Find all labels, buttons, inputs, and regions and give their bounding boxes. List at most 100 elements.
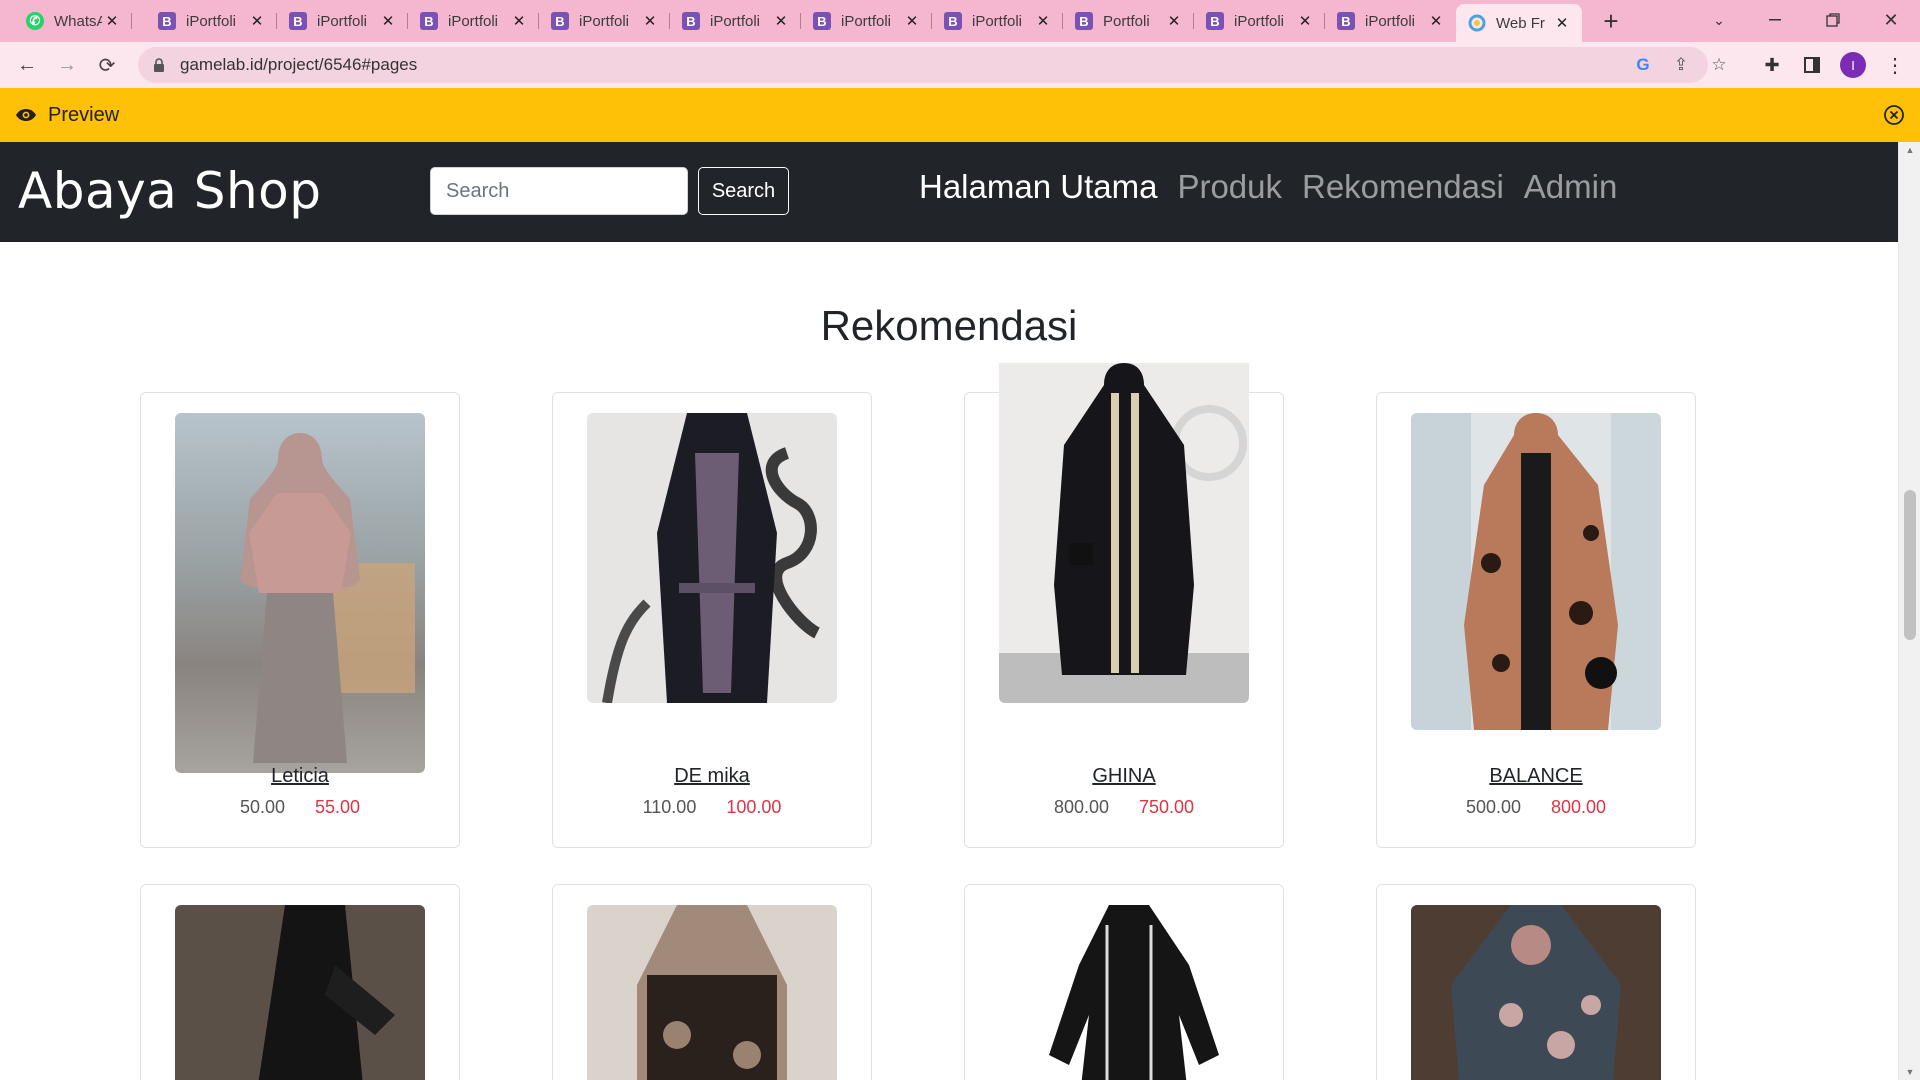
- product-image[interactable]: [175, 413, 425, 773]
- bootstrap-icon: B: [813, 12, 831, 30]
- side-panel-icon[interactable]: [1797, 50, 1827, 80]
- product-card[interactable]: [552, 884, 872, 1080]
- browser-tab[interactable]: B iPortfoli ✕: [670, 6, 801, 36]
- new-tab-icon[interactable]: +: [1596, 6, 1626, 36]
- product-prices: 500.00 800.00: [1377, 797, 1695, 818]
- product-prices: 50.00 55.00: [141, 797, 459, 818]
- browser-tab[interactable]: B iPortfoli ✕: [408, 6, 539, 36]
- product-card[interactable]: BALANCE 500.00 800.00: [1376, 392, 1696, 848]
- product-image[interactable]: [1411, 413, 1661, 730]
- tab-title: iPortfoli: [579, 12, 630, 30]
- close-tab-icon[interactable]: ✕: [378, 12, 398, 30]
- discount-price: 100.00: [726, 797, 782, 817]
- browser-tab[interactable]: B iPortfoli ✕: [932, 6, 1063, 36]
- google-translate-icon[interactable]: G: [1628, 50, 1658, 80]
- product-card[interactable]: [140, 884, 460, 1080]
- more-menu-icon[interactable]: ⋮: [1880, 50, 1910, 80]
- nav-link-admin[interactable]: Admin: [1524, 168, 1618, 206]
- scrollbar-thumb[interactable]: [1904, 490, 1916, 640]
- product-name-link[interactable]: Leticia: [141, 765, 459, 788]
- product-image[interactable]: [175, 905, 425, 1080]
- bookmark-star-icon[interactable]: ☆: [1704, 50, 1734, 80]
- browser-tab[interactable]: ✆ WhatsA ✕: [14, 6, 132, 36]
- page-viewport: Abaya Shop Search Halaman Utama Produk R…: [0, 142, 1920, 1080]
- search-button[interactable]: Search: [698, 167, 789, 215]
- gamelab-icon: [1468, 14, 1486, 32]
- search-input[interactable]: [430, 167, 688, 215]
- close-tab-icon[interactable]: ✕: [1164, 12, 1184, 30]
- bootstrap-icon: B: [1075, 12, 1093, 30]
- extensions-icon[interactable]: ✚: [1757, 50, 1787, 80]
- close-tab-icon[interactable]: ✕: [509, 12, 529, 30]
- product-name-link[interactable]: DE mika: [553, 765, 871, 788]
- close-window-icon[interactable]: ✕: [1868, 0, 1914, 40]
- back-icon[interactable]: ←: [12, 50, 42, 80]
- whatsapp-icon: ✆: [26, 12, 44, 30]
- browser-toolbar: ← → ⟳ gamelab.id/project/6546#pages G ⇪ …: [0, 42, 1920, 88]
- close-tab-icon[interactable]: ✕: [1552, 14, 1572, 32]
- browser-tab[interactable]: B iPortfoli ✕: [146, 6, 277, 36]
- address-bar[interactable]: gamelab.id/project/6546#pages G ⇪ ☆: [138, 47, 1727, 83]
- product-name-link[interactable]: GHINA: [965, 765, 1283, 788]
- close-tab-icon[interactable]: ✕: [771, 12, 791, 30]
- original-price: 50.00: [239, 797, 285, 817]
- eye-icon: [14, 103, 38, 127]
- close-tab-icon[interactable]: ✕: [640, 12, 660, 30]
- product-card[interactable]: [964, 884, 1284, 1080]
- nav-link-halaman-utama[interactable]: Halaman Utama: [919, 168, 1157, 206]
- tab-title: iPortfoli: [448, 12, 499, 30]
- product-card[interactable]: [1376, 884, 1696, 1080]
- bootstrap-icon: B: [289, 12, 307, 30]
- url-text[interactable]: gamelab.id/project/6546#pages: [180, 55, 417, 75]
- original-price: 110.00: [642, 797, 697, 817]
- share-icon[interactable]: ⇪: [1666, 50, 1696, 80]
- product-image[interactable]: [999, 363, 1249, 703]
- browser-tab[interactable]: B iPortfoli ✕: [801, 6, 932, 36]
- tab-title: Portfoli: [1103, 12, 1150, 30]
- discount-price: 750.00: [1139, 797, 1195, 817]
- close-tab-icon[interactable]: ✕: [902, 12, 922, 30]
- section-title: Rekomendasi: [820, 302, 1078, 349]
- product-card[interactable]: DE mika 110.00 100.00: [552, 392, 872, 848]
- close-tab-icon[interactable]: ✕: [102, 12, 122, 30]
- close-tab-icon[interactable]: ✕: [247, 12, 267, 30]
- product-image[interactable]: [587, 413, 837, 703]
- original-price: 800.00: [1053, 797, 1109, 817]
- bootstrap-icon: B: [1337, 12, 1355, 30]
- preview-label: Preview: [48, 103, 120, 126]
- product-card[interactable]: GHINA 800.00 750.00: [964, 363, 1284, 848]
- browser-tab[interactable]: B Portfoli ✕: [1063, 6, 1194, 36]
- profile-avatar[interactable]: I: [1840, 52, 1866, 78]
- nav-link-produk[interactable]: Produk: [1177, 168, 1282, 206]
- nav-link-rekomendasi[interactable]: Rekomendasi: [1302, 168, 1504, 206]
- product-card[interactable]: Leticia 50.00 55.00: [140, 392, 460, 848]
- site-brand[interactable]: Abaya Shop: [18, 162, 321, 220]
- scroll-up-icon[interactable]: ▲: [1899, 142, 1920, 158]
- browser-tab[interactable]: B iPortfoli ✕: [1325, 6, 1456, 36]
- page-scrollbar[interactable]: ▲ ▼: [1898, 142, 1920, 1080]
- scroll-down-icon[interactable]: ▼: [1899, 1064, 1920, 1080]
- reload-icon[interactable]: ⟳: [92, 50, 122, 80]
- product-image[interactable]: [999, 905, 1249, 1080]
- original-price: 500.00: [1465, 797, 1521, 817]
- discount-price: 55.00: [315, 797, 361, 817]
- browser-tab-active[interactable]: Web Fr ✕: [1456, 4, 1582, 42]
- nav-menu: Halaman Utama Produk Rekomendasi Admin: [919, 168, 1617, 206]
- product-name-link[interactable]: BALANCE: [1377, 765, 1695, 788]
- product-image[interactable]: [1411, 905, 1661, 1080]
- browser-tab[interactable]: B iPortfoli ✕: [1194, 6, 1325, 36]
- restore-icon[interactable]: [1810, 0, 1856, 40]
- tab-search-icon[interactable]: ⌄: [1696, 0, 1742, 40]
- minimize-icon[interactable]: [1752, 0, 1798, 40]
- browser-tab[interactable]: B iPortfoli ✕: [539, 6, 670, 36]
- close-tab-icon[interactable]: ✕: [1295, 12, 1315, 30]
- tab-title: iPortfoli: [972, 12, 1023, 30]
- forward-icon[interactable]: →: [52, 50, 82, 80]
- close-preview-icon[interactable]: [1882, 103, 1906, 127]
- close-tab-icon[interactable]: ✕: [1426, 12, 1446, 30]
- lock-icon[interactable]: [152, 58, 166, 72]
- tab-title: iPortfoli: [1365, 12, 1416, 30]
- close-tab-icon[interactable]: ✕: [1033, 12, 1053, 30]
- browser-tab[interactable]: B iPortfoli ✕: [277, 6, 408, 36]
- product-image[interactable]: [587, 905, 837, 1080]
